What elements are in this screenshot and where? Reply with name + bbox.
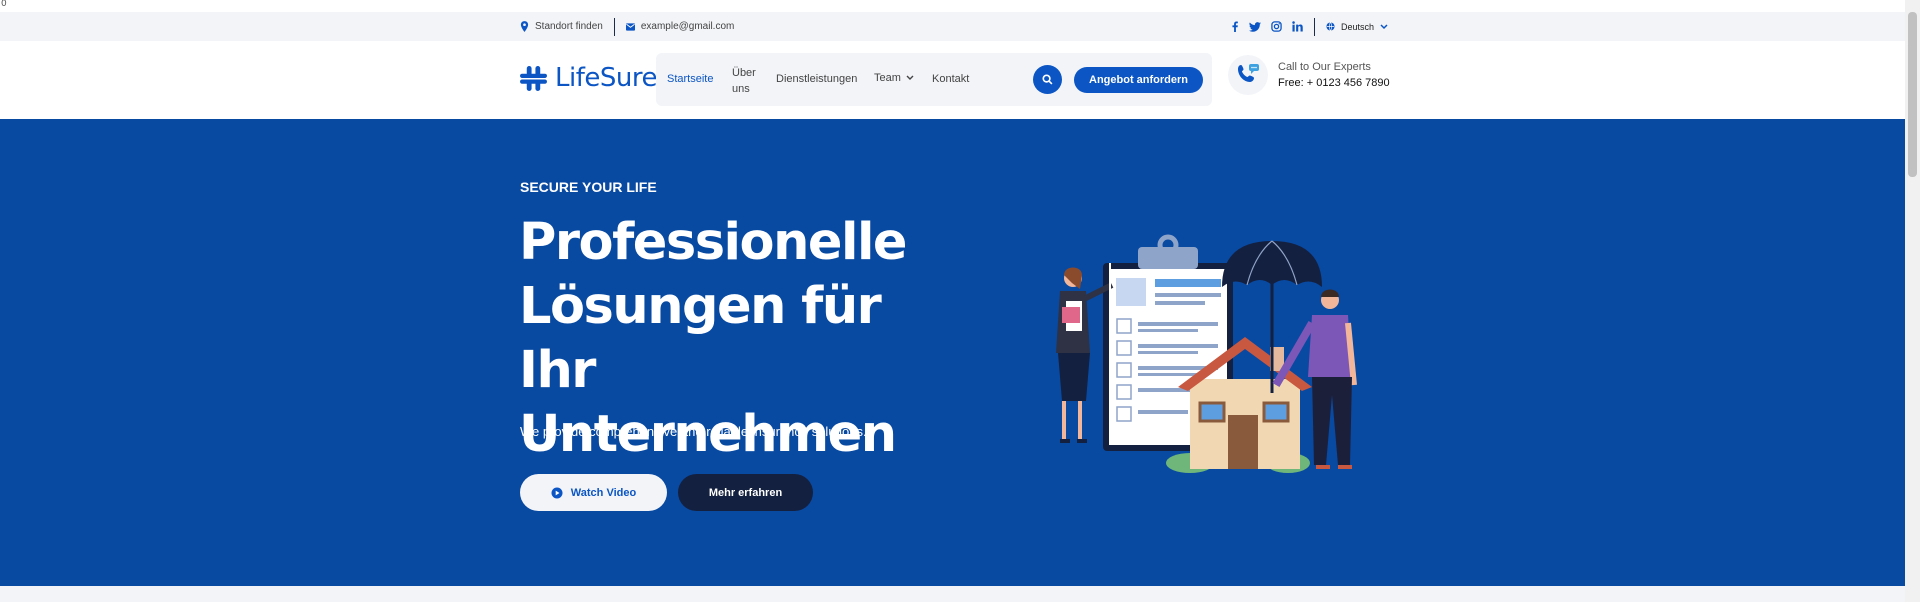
page-scrollbar[interactable] (1905, 0, 1920, 602)
map-pin-icon (520, 21, 529, 32)
logo[interactable]: LifeSure (520, 63, 657, 93)
hashtag-logo-icon (520, 65, 547, 91)
scrollbar-thumb[interactable] (1908, 12, 1917, 177)
find-location-link[interactable]: Standort finden (520, 21, 603, 32)
envelope-icon (625, 22, 635, 31)
nav-item-about[interactable]: Über uns (732, 65, 762, 97)
search-button[interactable] (1033, 65, 1062, 94)
facebook-icon[interactable] (1231, 21, 1239, 32)
insurance-illustration (1056, 234, 1357, 473)
main-header: LifeSure Startseite Über uns Dienstleist… (0, 41, 1905, 119)
language-selector[interactable]: Deutsch (1326, 22, 1388, 32)
divider (1313, 17, 1315, 36)
watch-video-label: Watch Video (570, 486, 637, 499)
chevron-down-icon (1380, 23, 1388, 29)
hero-subtitle: We provide comprehensive and reliable in… (520, 424, 867, 439)
call-experts[interactable]: Call to Our Experts Free: + 0123 456 789… (1228, 55, 1390, 95)
email-link[interactable]: example@gmail.com (625, 21, 735, 32)
nav-item-home[interactable]: Startseite (667, 73, 713, 85)
call-label: Call to Our Experts (1278, 61, 1371, 73)
linkedin-icon[interactable] (1292, 21, 1303, 32)
search-icon (1042, 74, 1053, 85)
main-nav: Startseite Über uns Dienstleistungen Tea… (656, 53, 1212, 106)
next-section-strip (0, 586, 1905, 602)
call-number: Free: + 0123 456 7890 (1278, 77, 1390, 89)
instagram-icon[interactable] (1271, 21, 1282, 32)
nav-item-contact[interactable]: Kontakt (932, 73, 969, 85)
social-links (1231, 21, 1303, 32)
twitter-icon[interactable] (1248, 21, 1261, 32)
divider (613, 17, 615, 36)
location-label: Standort finden (535, 21, 603, 32)
chevron-down-icon (906, 75, 914, 80)
globe-icon (1326, 22, 1335, 31)
play-circle-icon (551, 487, 563, 498)
hero-section: SECURE YOUR LIFE Professionelle Lösungen… (0, 119, 1905, 586)
email-label: example@gmail.com (640, 21, 735, 32)
request-quote-button[interactable]: Angebot anfordern (1074, 67, 1203, 93)
hero-eyebrow: SECURE YOUR LIFE (520, 179, 657, 195)
corner-mark: 0 (1, 0, 7, 9)
umbrella-graphic (1222, 240, 1322, 393)
phone-chat-icon (1238, 64, 1259, 82)
watch-video-button[interactable]: Watch Video (520, 474, 667, 511)
top-bar: Standort finden example@gmail.com Deutsc… (0, 12, 1905, 41)
phone-circle (1228, 55, 1268, 95)
learn-more-button[interactable]: Mehr erfahren (678, 474, 813, 511)
nav-item-team-label: Team (874, 72, 901, 84)
logo-text: LifeSure (555, 63, 657, 93)
nav-item-team[interactable]: Team (874, 72, 914, 84)
language-label: Deutsch (1340, 21, 1374, 32)
nav-item-services[interactable]: Dienstleistungen (776, 73, 857, 85)
